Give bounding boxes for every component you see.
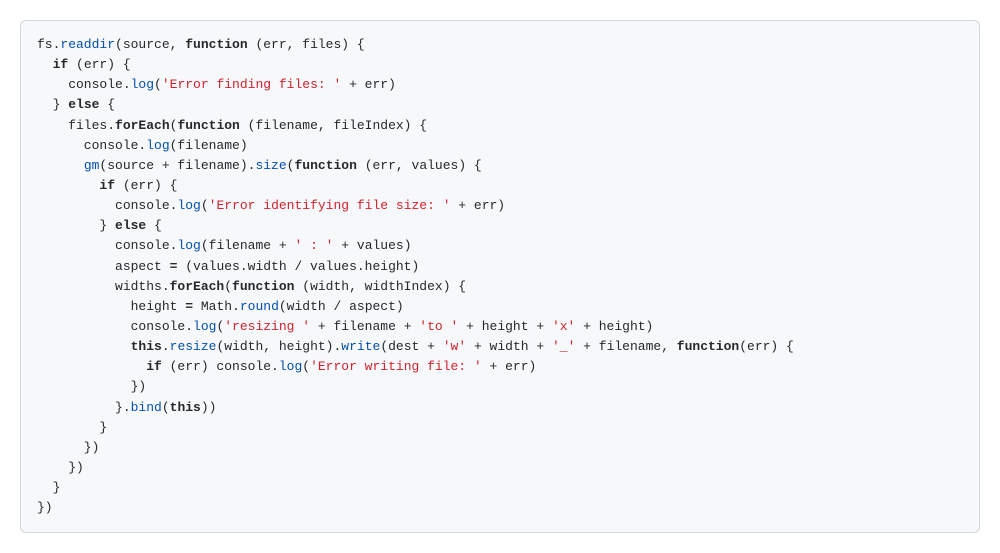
token-plain: (filename + [201, 238, 295, 253]
token-plain: + err) [482, 359, 537, 374]
token-plain [37, 359, 146, 374]
token-method: readdir [60, 37, 115, 52]
token-plain: + filename + [310, 319, 419, 334]
token-plain: Math. [193, 299, 240, 314]
token-plain: (source + filename). [99, 158, 255, 173]
token-plain: console. [37, 238, 177, 253]
token-plain: height [37, 299, 185, 314]
token-plain: { [146, 218, 162, 233]
token-plain: } [37, 97, 68, 112]
token-plain: (err) console. [162, 359, 279, 374]
token-plain: aspect [37, 259, 170, 274]
token-plain: (filename) [170, 138, 248, 153]
token-plain: }. [37, 400, 131, 415]
code-lines: fs.readdir(source, function (err, files)… [37, 37, 794, 515]
token-plain: . [162, 339, 170, 354]
code-block: fs.readdir(source, function (err, files)… [20, 20, 980, 533]
token-plain: (dest + [380, 339, 442, 354]
token-method: log [177, 238, 200, 253]
token-kw: else [68, 97, 99, 112]
token-method: log [146, 138, 169, 153]
token-plain: + height + [458, 319, 552, 334]
token-plain: }) [37, 379, 146, 394]
token-str: 'Error identifying file size: ' [209, 198, 451, 213]
token-plain: files. [37, 118, 115, 133]
token-plain: + filename, [575, 339, 676, 354]
token-plain: (width, height). [216, 339, 341, 354]
token-plain: )) [201, 400, 217, 415]
token-str: 'resizing ' [224, 319, 310, 334]
token-plain: + height) [575, 319, 653, 334]
token-plain: ( [224, 279, 232, 294]
token-kw: this [131, 339, 162, 354]
token-kw: function [294, 158, 356, 173]
token-plain: (err, values) { [357, 158, 482, 173]
token-plain: + err) [341, 77, 396, 92]
token-plain: }) [37, 460, 84, 475]
token-plain: (width, widthIndex) { [294, 279, 466, 294]
token-plain: ( [162, 400, 170, 415]
token-kw: function [185, 37, 247, 52]
token-plain: (err) { [115, 178, 177, 193]
token-kw: if [99, 178, 115, 193]
token-plain: (err) { [68, 57, 130, 72]
token-kw: this [170, 400, 201, 415]
token-str: ' : ' [294, 238, 333, 253]
token-plain: } [37, 420, 107, 435]
token-plain: widths. [37, 279, 170, 294]
token-plain: }) [37, 440, 99, 455]
token-plain: ( [302, 359, 310, 374]
token-plain: (width / aspect) [279, 299, 404, 314]
token-plain: console. [37, 198, 177, 213]
token-kw: forEach [170, 279, 225, 294]
token-plain: + values) [333, 238, 411, 253]
token-plain: }) [37, 500, 53, 515]
token-plain: + err) [451, 198, 506, 213]
token-plain: { [99, 97, 115, 112]
token-kw: else [115, 218, 146, 233]
token-plain: ( [154, 77, 162, 92]
token-plain: + width + [466, 339, 552, 354]
token-kw: if [146, 359, 162, 374]
token-plain [37, 57, 53, 72]
token-method: resize [170, 339, 217, 354]
token-method: log [193, 319, 216, 334]
token-plain [37, 158, 84, 173]
token-plain: } [37, 218, 115, 233]
token-method: round [240, 299, 279, 314]
token-method: log [177, 198, 200, 213]
token-plain: (filename, fileIndex) { [240, 118, 427, 133]
token-kw: if [53, 57, 69, 72]
token-plain: console. [37, 77, 131, 92]
token-plain: (values.width / values.height) [177, 259, 419, 274]
token-plain: (err) { [739, 339, 794, 354]
token-method: write [341, 339, 380, 354]
token-plain: (err, files) { [248, 37, 365, 52]
token-kw: function [677, 339, 739, 354]
token-method: log [279, 359, 302, 374]
token-method: bind [131, 400, 162, 415]
token-plain: console. [37, 319, 193, 334]
token-plain: fs. [37, 37, 60, 52]
token-kw: = [185, 299, 193, 314]
token-method: gm [84, 158, 100, 173]
token-plain: console. [37, 138, 146, 153]
token-str: 'Error finding files: ' [162, 77, 341, 92]
token-str: 'to ' [419, 319, 458, 334]
token-str: 'w' [443, 339, 466, 354]
token-str: 'x' [552, 319, 575, 334]
token-plain: (source, [115, 37, 185, 52]
token-plain [37, 178, 99, 193]
token-method: log [131, 77, 154, 92]
token-method: size [255, 158, 286, 173]
token-kw: forEach [115, 118, 170, 133]
token-kw: function [177, 118, 239, 133]
token-plain: } [37, 480, 60, 495]
token-str: 'Error writing file: ' [310, 359, 482, 374]
code-content: fs.readdir(source, function (err, files)… [37, 35, 963, 518]
token-plain: ( [201, 198, 209, 213]
token-kw: function [232, 279, 294, 294]
token-str: '_' [552, 339, 575, 354]
token-plain [37, 339, 131, 354]
